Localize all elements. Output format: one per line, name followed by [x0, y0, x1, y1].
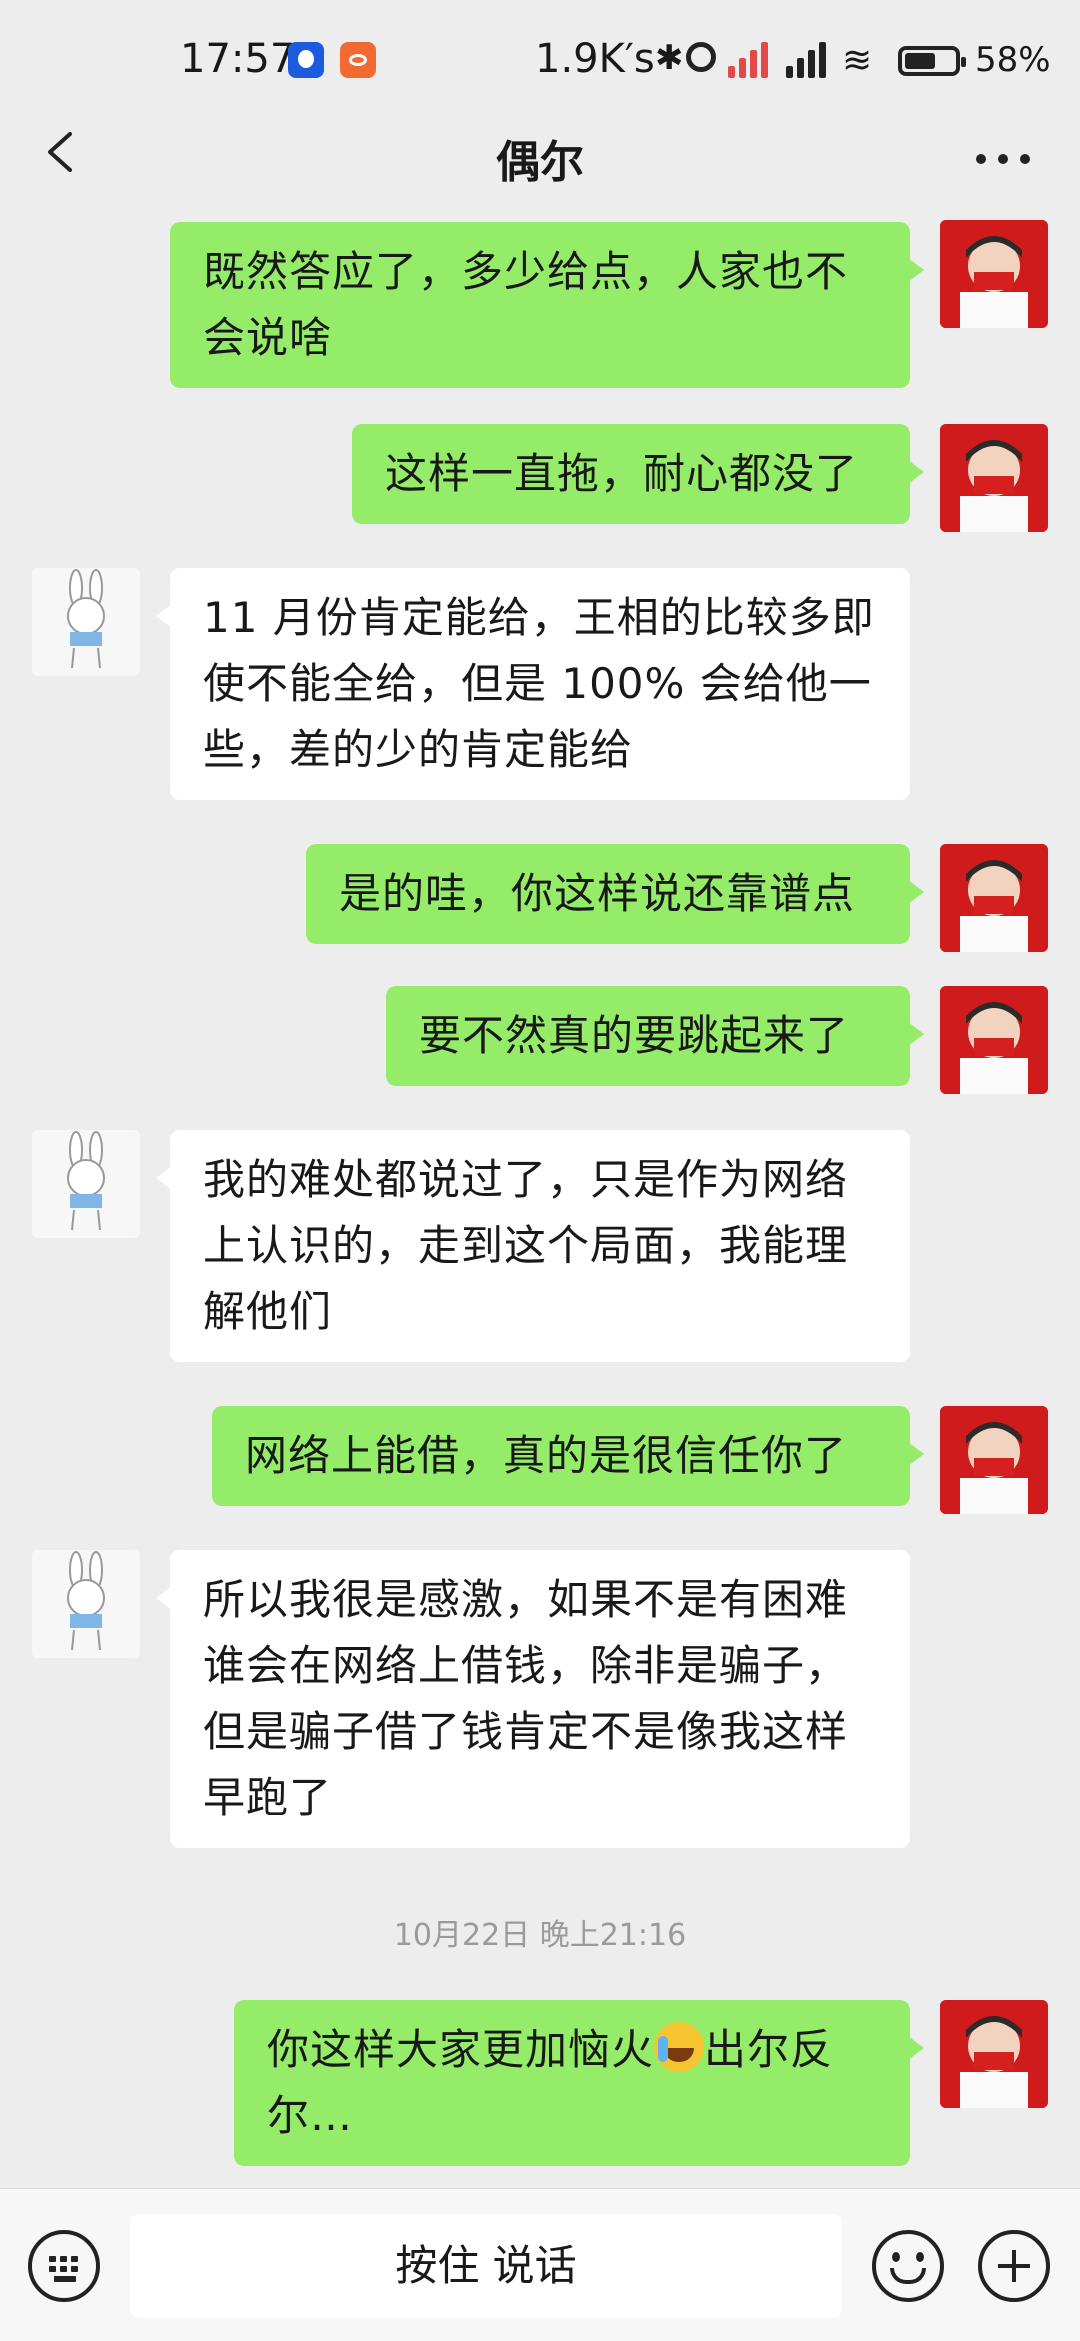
- bike-app-icon: [340, 42, 376, 78]
- my-avatar[interactable]: [940, 844, 1048, 952]
- more-dots-icon[interactable]: [976, 154, 1032, 166]
- message-bubble-sent[interactable]: 这样一直拖，耐心都没了: [352, 424, 924, 524]
- loudly-crying-emoji-icon: [654, 2022, 705, 2072]
- signal-icon: [728, 40, 774, 78]
- keyboard-icon[interactable]: [28, 2230, 100, 2302]
- contact-avatar[interactable]: [32, 1550, 140, 1658]
- message-bubble-sent[interactable]: 要不然真的要跳起来了: [386, 986, 924, 1086]
- battery-icon: [898, 46, 966, 76]
- message-bubble-sent[interactable]: 你这样大家更加恼火 出尔反 尔…: [234, 2000, 924, 2166]
- my-avatar[interactable]: [940, 2000, 1048, 2108]
- chat-title: 偶尔: [496, 137, 584, 188]
- my-avatar[interactable]: [940, 986, 1048, 1094]
- contact-avatar[interactable]: [32, 568, 140, 676]
- message-bubble-received[interactable]: 所以我很是感激，如果不是有困难 谁会在网络上借钱，除非是骗子， 但是骗子借了钱肯…: [156, 1550, 910, 1848]
- my-avatar[interactable]: [940, 220, 1048, 328]
- message-bubble-sent[interactable]: 网络上能借，真的是很信任你了: [212, 1406, 924, 1506]
- emoji-icon[interactable]: [872, 2230, 944, 2302]
- message-timestamp: 10月22日 晚上21:16: [393, 1918, 687, 1953]
- my-avatar[interactable]: [940, 424, 1048, 532]
- signal-icon: [786, 40, 832, 78]
- message-bubble-received[interactable]: 11 月份肯定能给，王相的比较多即 使不能全给，但是 100% 会给他一 些，差…: [156, 568, 910, 800]
- status-bar: 17:57 1.9K′s ✱ ≋ 58%: [0, 0, 1080, 125]
- wifi-icon: ≋: [842, 40, 873, 81]
- message-list[interactable]: 既然答应了，多少给点，人家也不 会说啥 这样一直拖，耐心都没了 11 月份肯定能…: [0, 210, 1080, 2210]
- hold-to-talk-button[interactable]: 按住 说话: [130, 2214, 842, 2318]
- alarm-icon: [686, 42, 716, 72]
- bluetooth-icon: ✱: [655, 38, 684, 78]
- plus-icon[interactable]: [978, 2230, 1050, 2302]
- app-notification-icon: [288, 42, 324, 78]
- message-bubble-sent[interactable]: 既然答应了，多少给点，人家也不 会说啥: [170, 222, 924, 388]
- contact-avatar[interactable]: [32, 1130, 140, 1238]
- message-bubble-sent[interactable]: 是的哇，你这样说还靠谱点: [306, 844, 924, 944]
- message-bubble-received[interactable]: 我的难处都说过了，只是作为网络 上认识的，走到这个局面，我能理 解他们: [156, 1130, 910, 1362]
- my-avatar[interactable]: [940, 1406, 1048, 1514]
- status-time: 17:57: [180, 36, 296, 82]
- battery-percent: 58%: [975, 40, 1051, 80]
- network-speed: 1.9K′s: [535, 36, 655, 82]
